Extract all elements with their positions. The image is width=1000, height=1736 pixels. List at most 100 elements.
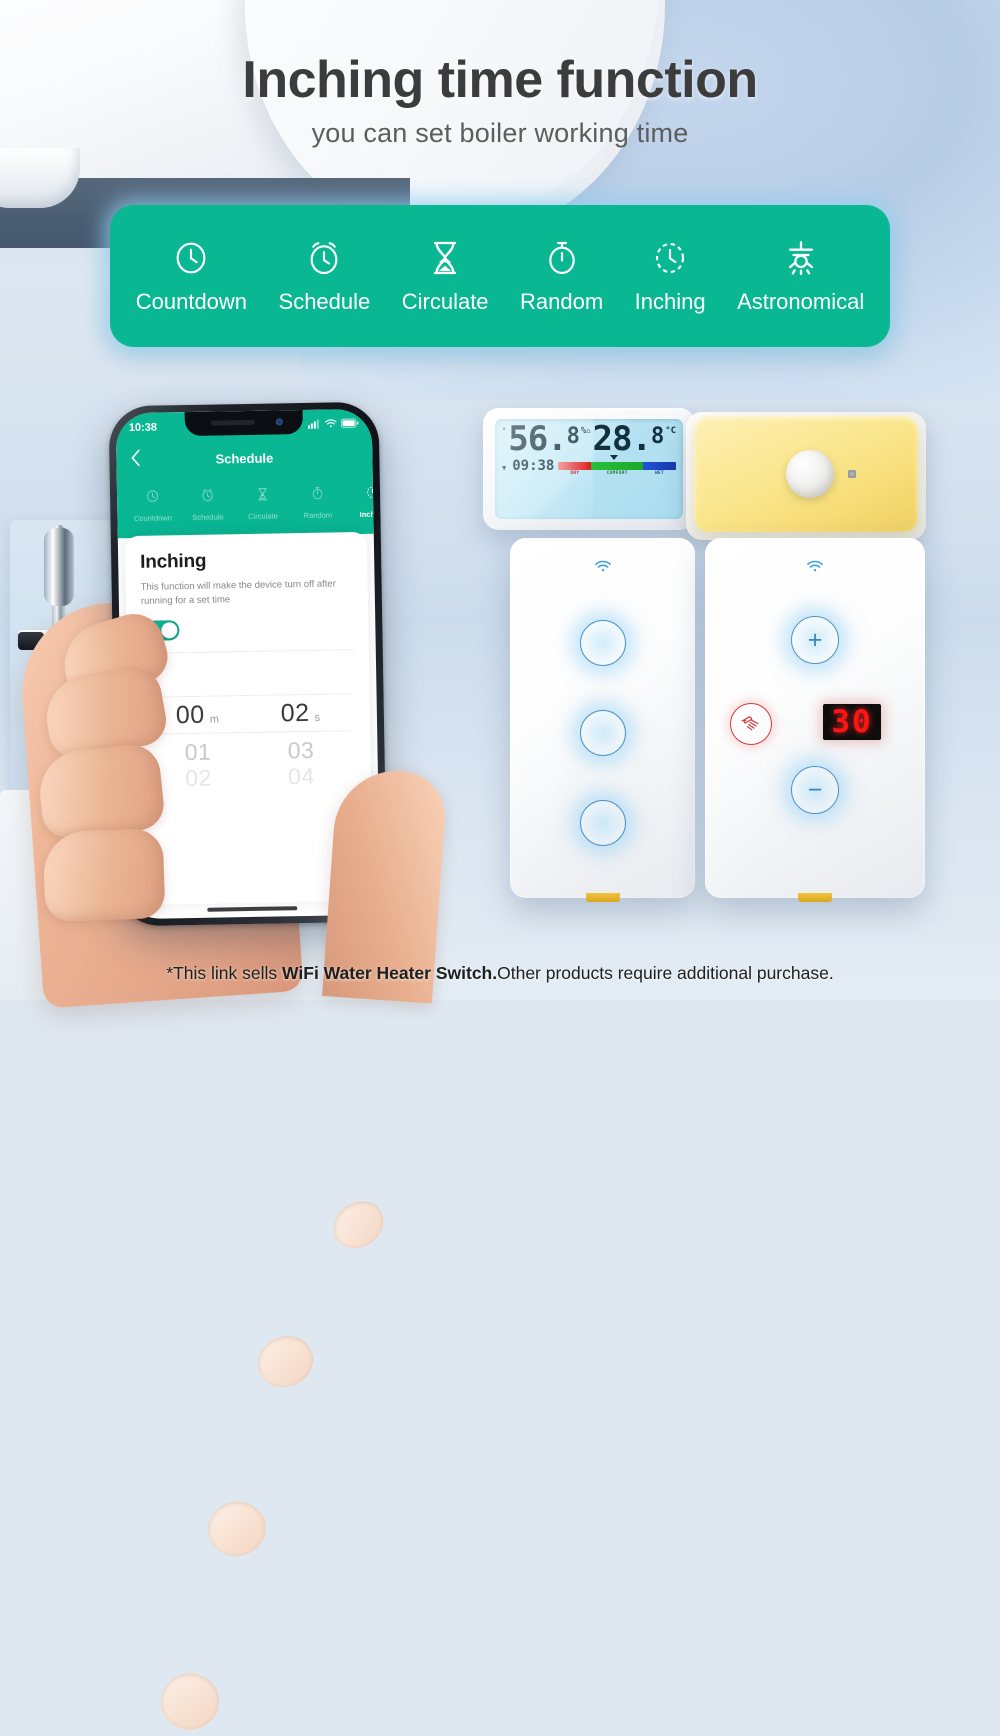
clock-icon [145,489,160,509]
increase-temperature-button[interactable]: + [791,616,839,664]
picker-seconds-unit: s [314,711,321,724]
picker-minutes-value: 00 [175,700,205,729]
feature-bar: Countdown Schedule Circulate Random Inch… [110,205,890,347]
wifi-water-heater-switch: + 30 − [705,538,925,902]
tab-label: Countdown [133,513,172,523]
lcd-readout-row: ° 56. 8 % ⌂ 28. 8 °C [502,419,677,459]
picker-selected-row[interactable]: 00 m 02 s [146,694,353,734]
wifi-icon [594,560,611,578]
picker-seconds-selected[interactable]: 02 s [249,698,352,729]
tab-inching[interactable]: Inching [345,484,374,519]
picker-minutes-next[interactable]: 01 [146,737,249,766]
page-title: Inching time function [242,51,758,109]
app-navigation-bar: Schedule [116,439,373,477]
indicator-led-icon [848,470,856,478]
touch-button-3[interactable] [579,800,626,846]
wifi-touch-switch-3gang [510,538,695,902]
time-marker-icon: ▼ [502,463,507,472]
picker-seconds-next2[interactable]: 04 [250,767,353,787]
wifi-icon [325,418,337,431]
status-bar: 10:38 [116,413,372,439]
temperature-display: 30 [823,704,881,740]
humidity-readout: ° 56. 8 % [502,422,586,456]
page-subtitle: you can set boiler working time [311,118,689,148]
sun-horizon-icon [781,238,821,278]
feature-circulate[interactable]: Circulate [402,238,489,315]
dashed-clock-icon [650,238,690,278]
picker-seconds-next[interactable]: 03 [249,736,352,765]
feature-label: Schedule [278,288,371,314]
fingernail [250,1327,321,1396]
feature-random[interactable]: Random [520,238,603,315]
feature-label: Countdown [135,288,248,314]
battery-full-icon [340,418,359,431]
feature-label: Random [520,288,604,314]
mode-tabstrip[interactable]: Countdown Schedule Circulate Random Inch… [117,477,374,531]
touch-button-2[interactable] [579,710,626,756]
comfort-marker-icon [610,455,619,461]
picker-next2-row[interactable]: 02 04 [147,767,353,787]
feature-countdown[interactable]: Countdown [136,238,247,315]
finger-pinky [42,827,222,1733]
feature-astronomical[interactable]: Astronomical [737,238,864,315]
temperature-value: 28. [592,419,652,459]
sheet-title: Inching [140,550,207,573]
tab-circulate[interactable]: Circulate [235,486,291,521]
tab-label: Schedule [192,512,224,522]
lcd-display: ° 56. 8 % ⌂ 28. 8 °C ▼ 09:38 DRY COMFORT… [495,419,683,519]
duration-picker[interactable]: 00 m 02 s 01 03 02 04 [145,693,354,787]
temperature-unit: °C [665,426,677,436]
pir-motion-sensor [694,416,918,532]
comfort-indicator: DRY COMFORT WET [558,455,676,476]
feature-inching[interactable]: Inching [635,238,706,315]
tab-schedule[interactable]: Schedule [180,487,236,522]
disclaimer-suffix: Other products require additional purcha… [497,963,834,983]
switch-bottom-tab [798,893,832,902]
dashed-clock-icon [365,485,374,505]
pir-lens-icon [786,450,834,498]
fingernail [158,1670,222,1733]
comfort-label-dry: DRY [570,471,580,477]
feature-label: Astronomical [737,288,865,314]
picker-next-row[interactable]: 01 03 [146,731,353,771]
shower-head-icon [730,703,772,745]
stopwatch-icon [542,238,582,278]
comfort-zone-wet [643,462,676,471]
switch-bottom-tab [585,893,620,902]
tab-countdown[interactable]: Countdown [125,488,181,523]
alarm-clock-icon [200,488,215,508]
touch-button-1[interactable] [579,620,626,666]
comfort-label-wet: WET [654,471,665,477]
picker-minutes-next2-value: 02 [184,767,212,787]
picker-minutes-next2[interactable]: 02 [147,767,250,787]
comfort-labels: DRY COMFORT WET [558,471,676,476]
feature-label: Circulate [401,288,489,314]
comfort-zone-comfort [591,462,644,471]
hourglass-icon [425,238,465,278]
humidity-marker-icon: ° [502,427,507,435]
temperature-readout: ⌂ 28. 8 °C [586,419,677,459]
fingernail [324,1191,393,1258]
decrease-temperature-button[interactable]: − [791,766,839,814]
picker-seconds-next-value: 03 [287,736,315,763]
sensor-clock: 09:38 [512,458,555,475]
temperature-humidity-sensor: ° 56. 8 % ⌂ 28. 8 °C ▼ 09:38 DRY COMFORT… [483,408,695,530]
humidity-decimal: 8 [566,424,580,449]
comfort-zone-dry [558,462,592,471]
home-indicator[interactable] [207,906,298,912]
sheet-description: This function will make the device turn … [140,578,336,608]
status-bar-time: 10:38 [128,421,158,435]
hourglass-icon [255,487,270,507]
stopwatch-icon [310,486,325,506]
sheet-divider [141,648,354,654]
disclaimer-prefix: *This link sells [166,963,283,983]
picker-minutes-unit: m [209,713,220,726]
chevron-left-icon[interactable] [130,449,141,471]
tab-label: Inching [359,509,374,520]
feature-schedule[interactable]: Schedule [278,238,371,315]
wifi-icon [807,560,824,578]
disclaimer-text: *This link sells WiFi Water Heater Switc… [0,963,1000,984]
tab-random[interactable]: Random [290,485,346,520]
tab-label: Circulate [248,511,278,521]
fingernail [202,1495,272,1563]
